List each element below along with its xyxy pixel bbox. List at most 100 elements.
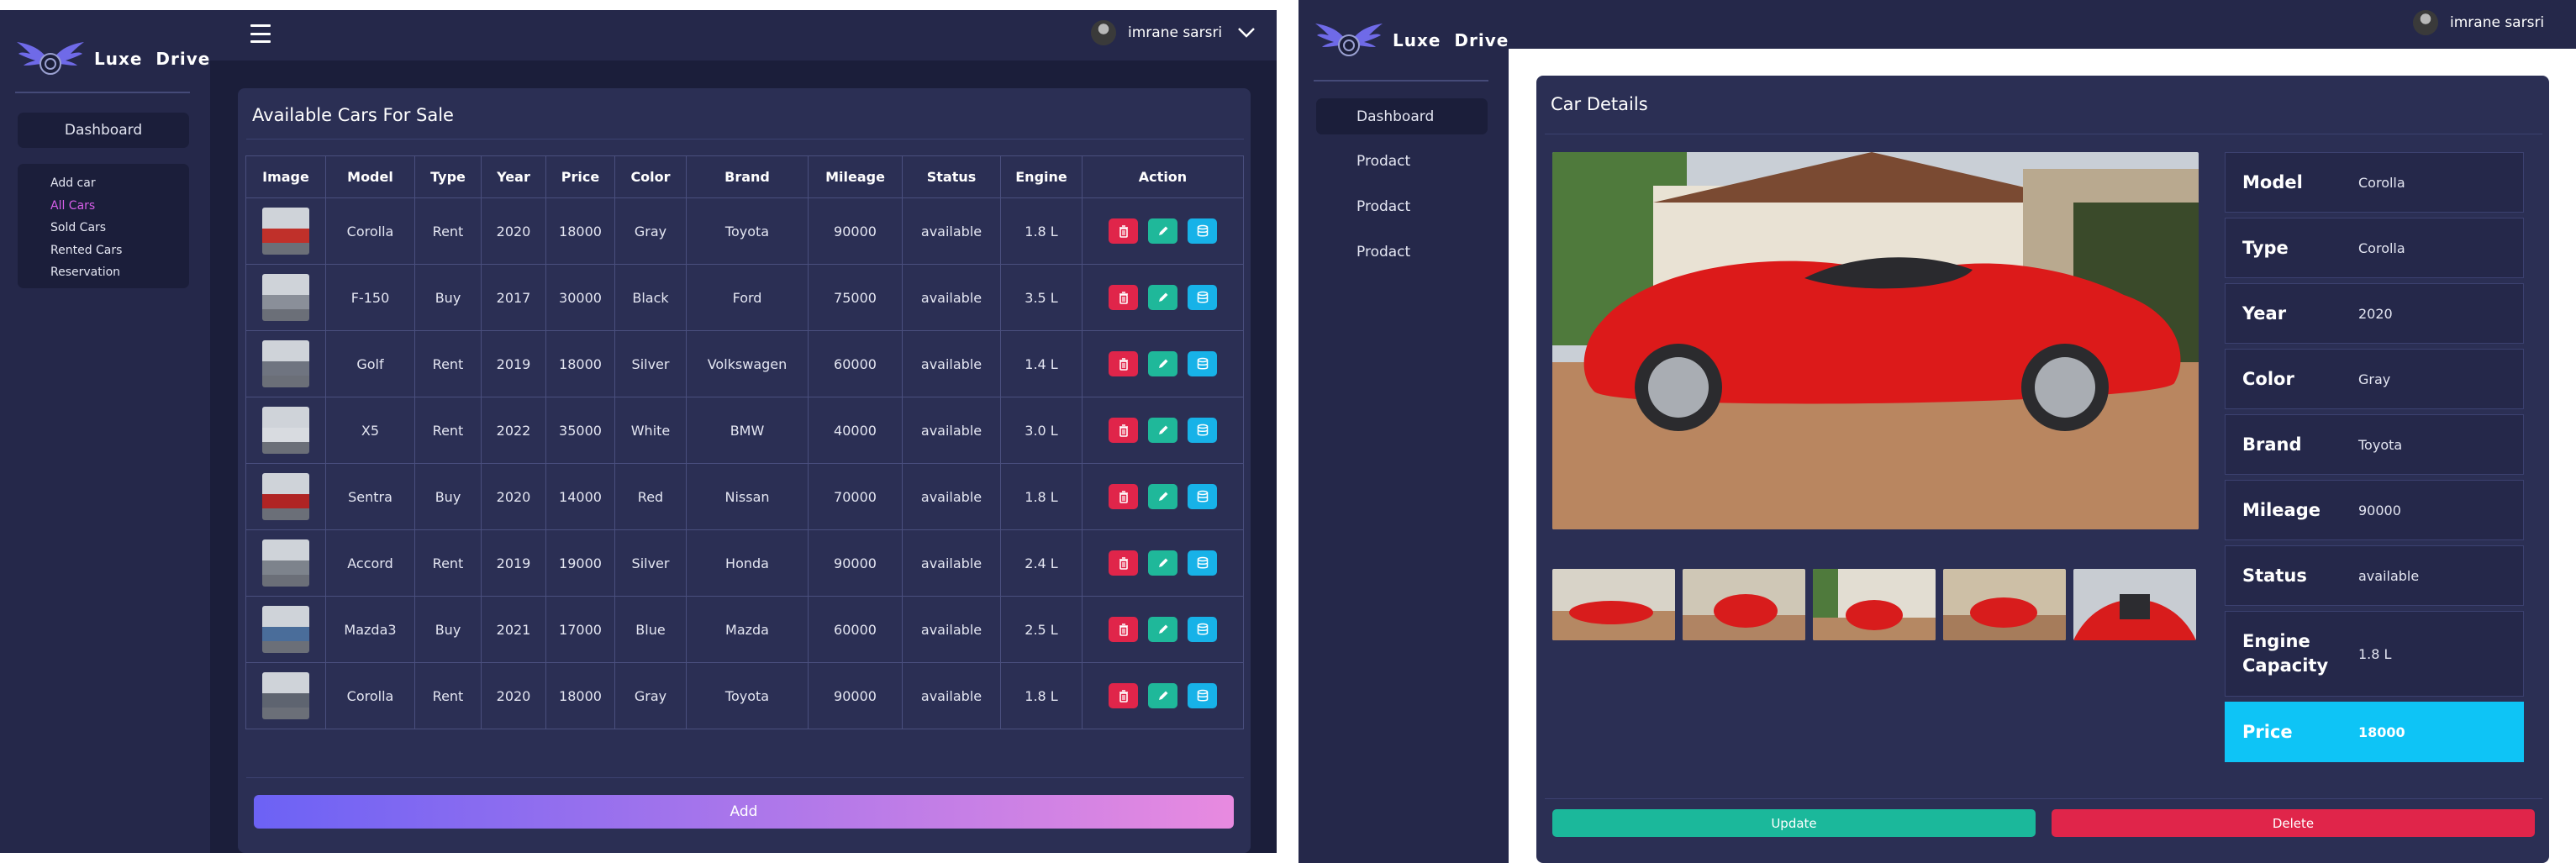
delete-button[interactable]	[1109, 351, 1138, 376]
cell-brand: Ford	[686, 264, 809, 331]
delete-button[interactable]	[1109, 418, 1138, 443]
menu-icon[interactable]	[250, 24, 271, 43]
table-row: Corolla Rent 2020 18000 Gray Toyota 90000 avail…	[245, 662, 1244, 729]
update-button[interactable]: Update	[1552, 809, 2036, 837]
car-thumbnail	[262, 606, 309, 653]
winged-wheel-logo	[17, 42, 84, 75]
cell-color: Gray	[614, 662, 687, 729]
edit-button[interactable]	[1148, 418, 1177, 443]
edit-button[interactable]	[1148, 683, 1177, 708]
edit-button[interactable]	[1148, 484, 1177, 509]
details-button[interactable]	[1188, 418, 1217, 443]
submenu-item-add-car[interactable]: Add car	[50, 172, 189, 195]
cell-model: F-150	[325, 264, 415, 331]
details-button[interactable]	[1188, 285, 1217, 310]
delete-button[interactable]: Delete	[2052, 809, 2535, 837]
cell-model: X5	[325, 397, 415, 464]
cell-model: Corolla	[325, 197, 415, 265]
details-button[interactable]	[1188, 218, 1217, 244]
cell-engine: 1.8 L	[1000, 463, 1083, 530]
brand[interactable]: Luxe Drive	[15, 39, 210, 79]
trash-icon	[1119, 225, 1128, 238]
gallery-thumbnail[interactable]	[2073, 569, 2196, 640]
car-details-card: Car Details Model Corolla Type Corolla Y…	[1536, 76, 2549, 863]
brand-name: Luxe Drive	[94, 49, 211, 69]
cell-price: 14000	[545, 463, 615, 530]
car-thumbnail	[262, 473, 309, 520]
user-menu[interactable]: imrane sarsri	[1091, 20, 1256, 45]
cell-type: Rent	[414, 529, 482, 597]
car-main-image	[1552, 152, 2199, 529]
sidebar-item-prodact[interactable]: Prodact	[1356, 198, 1410, 215]
edit-button[interactable]	[1148, 617, 1177, 642]
edit-button[interactable]	[1148, 550, 1177, 576]
car-image-cell	[245, 662, 326, 729]
column-header: Image	[245, 155, 326, 198]
column-header: Status	[902, 155, 1001, 198]
gallery-thumbnail[interactable]	[1813, 569, 1936, 640]
spec-label: Color	[2242, 368, 2294, 389]
column-header: Action	[1082, 155, 1244, 198]
car-thumbnail	[262, 274, 309, 321]
edit-button[interactable]	[1148, 285, 1177, 310]
cell-mileage: 75000	[808, 264, 903, 331]
delete-button[interactable]	[1109, 285, 1138, 310]
submenu-item-all-cars[interactable]: All Cars	[50, 195, 189, 218]
cell-status: available	[902, 529, 1001, 597]
column-header: Engine	[1000, 155, 1083, 198]
cell-type: Buy	[414, 596, 482, 663]
sidebar-item-dashboard[interactable]: Dashboard	[1316, 98, 1488, 134]
details-button[interactable]	[1188, 683, 1217, 708]
sidebar-item-dashboard[interactable]: Dashboard	[18, 113, 189, 148]
pencil-icon	[1158, 292, 1167, 302]
details-button[interactable]	[1188, 351, 1217, 376]
edit-button[interactable]	[1148, 218, 1177, 244]
cell-color: Red	[614, 463, 687, 530]
spec-label: Engine Capacity	[2242, 631, 2329, 676]
car-image-cell	[245, 596, 326, 663]
details-button[interactable]	[1188, 617, 1217, 642]
delete-button[interactable]	[1109, 683, 1138, 708]
car-thumbnail	[262, 407, 309, 454]
delete-button[interactable]	[1109, 617, 1138, 642]
spec-label: Price	[2242, 721, 2293, 742]
submenu-item-reservation[interactable]: Reservation	[50, 261, 189, 284]
gallery-thumbnail[interactable]	[1552, 569, 1675, 640]
user-menu[interactable]: imrane sarsri	[2413, 10, 2544, 35]
submenu-item-rented-cars[interactable]: Rented Cars	[50, 239, 189, 262]
cell-mileage: 90000	[808, 662, 903, 729]
delete-button[interactable]	[1109, 484, 1138, 509]
table-row: Golf Rent 2019 18000 Silver Volkswagen 60000 av…	[245, 330, 1244, 397]
cell-mileage: 40000	[808, 397, 903, 464]
cell-mileage: 60000	[808, 330, 903, 397]
topbar: imrane sarsri	[210, 10, 1277, 61]
brand[interactable]: Luxe Drive	[1314, 20, 1509, 61]
submenu-item-sold-cars[interactable]: Sold Cars	[50, 217, 189, 239]
spec-row-type: Type Corolla	[2225, 218, 2524, 278]
gallery-thumbnail[interactable]	[1943, 569, 2066, 640]
cell-model: Mazda3	[325, 596, 415, 663]
details-button[interactable]	[1188, 550, 1217, 576]
spec-row-price: Price 18000	[2225, 702, 2524, 762]
cell-brand: Volkswagen	[686, 330, 809, 397]
sidebar-item-prodact[interactable]: Prodact	[1356, 153, 1410, 170]
sidebar: Luxe Drive Dashboard Add car All Cars So…	[0, 10, 210, 853]
add-button[interactable]: Add	[254, 795, 1234, 829]
database-icon	[1197, 623, 1208, 635]
cell-model: Corolla	[325, 662, 415, 729]
details-button[interactable]	[1188, 484, 1217, 509]
table-row: Corolla Rent 2020 18000 Gray Toyota 90000 avail…	[245, 197, 1244, 265]
delete-button[interactable]	[1109, 550, 1138, 576]
table-row: Mazda3 Buy 2021 17000 Blue Mazda 60000 availabl…	[245, 596, 1244, 663]
cell-price: 18000	[545, 662, 615, 729]
sidebar-item-prodact[interactable]: Prodact	[1356, 244, 1410, 260]
chevron-down-icon[interactable]	[1237, 27, 1256, 39]
car-image-cell	[245, 397, 326, 464]
gallery-thumbnail[interactable]	[1683, 569, 1805, 640]
cell-year: 2019	[481, 330, 546, 397]
delete-button[interactable]	[1109, 218, 1138, 244]
cars-list-screen: Luxe Drive Dashboard Add car All Cars So…	[0, 10, 1277, 853]
cell-type: Rent	[414, 397, 482, 464]
edit-button[interactable]	[1148, 351, 1177, 376]
cars-table: Image Model Type Year Price Color Brand …	[245, 155, 1244, 729]
